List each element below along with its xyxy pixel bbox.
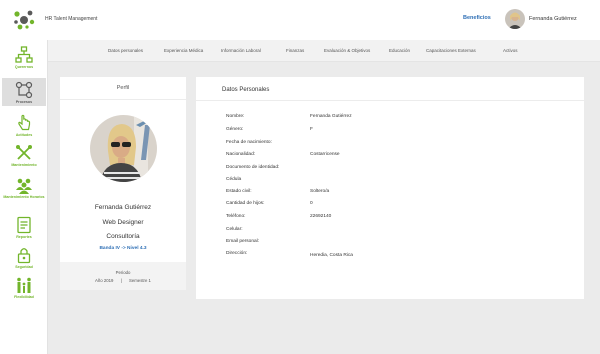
- tab-activos[interactable]: Activos: [503, 48, 518, 53]
- sidebar-item-procesos[interactable]: Procesos: [2, 78, 46, 106]
- field-row: Cantidad de hijos: 0: [226, 201, 566, 209]
- tab-capacitaciones-externas[interactable]: Capacitaciones Externas: [426, 48, 476, 53]
- sidebar-item-flexibilidad[interactable]: Flexibilidad: [2, 276, 46, 304]
- field-row: Nacionalidad: Costarricense: [226, 152, 566, 160]
- profile-band-level[interactable]: Banda IV -> Nivel 4.3: [60, 246, 186, 251]
- field-row: Estado civil: Soltero/a: [226, 189, 566, 197]
- tab-experiencia-medica[interactable]: Experiencia Médica: [164, 48, 203, 53]
- period-semester: Semestre 1: [128, 278, 151, 283]
- sidebar-item-label: Flexibilidad: [14, 295, 34, 299]
- section-tabs: Datos personales Experiencia Médica Info…: [48, 40, 600, 62]
- period-footer: Periodo Año 2019 | Semestre 1: [60, 262, 186, 290]
- field-label: Fecha de nacimiento:: [226, 140, 272, 145]
- field-label: Estado civil:: [226, 189, 252, 194]
- personal-data-card: Datos Personales Nombre: Fernanda Gutiér…: [196, 77, 584, 299]
- period-value: Año 2019 | Semestre 1: [60, 278, 186, 283]
- tab-finanzas[interactable]: Finanzas: [286, 48, 304, 53]
- field-label: Cédula: [226, 177, 242, 182]
- user-name[interactable]: Fernanda Gutiérrez: [529, 16, 577, 22]
- sidebar-item-mantenimiento-horarios[interactable]: Mantenimiento Horarios: [2, 176, 46, 210]
- field-row: Teléfono: 22692140: [226, 214, 566, 222]
- tools-icon: [16, 145, 32, 160]
- benefits-link[interactable]: Beneficios: [463, 15, 491, 21]
- field-label: Documento de identidad:: [226, 165, 280, 170]
- field-row: Documento de identidad:: [226, 165, 566, 173]
- sidebar-item-mantenimiento[interactable]: Mantenimiento: [2, 144, 46, 172]
- tab-datos-personales[interactable]: Datos personales: [108, 48, 143, 53]
- sidebar-item-label: Mantenimiento: [11, 163, 37, 167]
- field-row: Género: F: [226, 127, 566, 135]
- sidebar-item-label: Actitudes: [15, 133, 33, 137]
- field-label: Email personal:: [226, 239, 260, 244]
- field-value: 22692140: [310, 214, 332, 219]
- process-flow-icon: [15, 81, 33, 99]
- field-row: Cédula: [226, 177, 566, 185]
- sidebar-item-label: Querernos: [14, 65, 34, 69]
- lock-icon: [17, 248, 31, 264]
- field-label: Cantidad de hijos:: [226, 201, 265, 206]
- sidebar-item-label: Reportes: [16, 235, 32, 239]
- report-icon: [17, 216, 31, 234]
- field-value: Costarricense: [310, 152, 340, 157]
- field-value: 0: [310, 201, 313, 206]
- profile-role: Web Designer: [102, 219, 144, 226]
- field-value: Heredia, Costa Rica: [310, 253, 353, 258]
- user-avatar[interactable]: [505, 9, 525, 29]
- profile-name: Fernanda Gutiérrez: [94, 204, 152, 211]
- tab-educacion[interactable]: Educación: [389, 48, 410, 53]
- top-bar: HR Talent Management Beneficios Fernanda…: [0, 0, 600, 40]
- profile-card: Perfil Fernanda Gutiérrez Web Designer C…: [60, 77, 186, 290]
- tab-informacion-laboral[interactable]: Información Laboral: [221, 48, 261, 53]
- field-value: Soltero/a: [310, 189, 330, 194]
- field-value: F: [310, 127, 313, 132]
- field-row: Fecha de nacimiento:: [226, 140, 566, 148]
- sidebar-item-label: Procesos: [15, 100, 33, 104]
- field-row: Dirección: Heredia, Costa Rica: [226, 251, 566, 259]
- profile-heading: Perfil: [60, 77, 186, 100]
- sidebar-item-label: Mantenimiento Horarios: [3, 195, 45, 199]
- period-title: Periodo: [115, 270, 131, 275]
- field-label: Dirección:: [226, 251, 248, 256]
- sidebar-item-reportes[interactable]: Reportes: [2, 216, 46, 244]
- period-year: Año 2019: [95, 278, 114, 283]
- field-label: Nacionalidad:: [226, 152, 256, 157]
- field-label: Género:: [226, 127, 244, 132]
- app-title: HR Talent Management: [45, 16, 98, 22]
- family-icon: [17, 277, 31, 293]
- tab-evaluacion-objetivos[interactable]: Evaluación & Objetivos: [324, 48, 370, 53]
- sidebar-item-label: Seguridad: [15, 265, 33, 269]
- hand-pointer-icon: [18, 114, 31, 131]
- profile-department: Consultoría: [106, 233, 140, 240]
- sidebar-item-querernos[interactable]: Querernos: [2, 46, 46, 76]
- field-label: Nombre:: [226, 114, 245, 119]
- people-group-icon: [16, 178, 32, 194]
- sidebar-item-actitudes[interactable]: Actitudes: [2, 114, 46, 142]
- field-row: Nombre: Fernanda Gutiérrez: [226, 114, 566, 122]
- profile-photo: [90, 115, 157, 182]
- period-separator: |: [120, 278, 122, 283]
- sidebar-item-seguridad[interactable]: Seguridad: [2, 246, 46, 274]
- field-label: Celular:: [226, 227, 243, 232]
- company-logo-icon[interactable]: [13, 10, 35, 30]
- personal-data-title: Datos Personales: [222, 87, 270, 93]
- field-value: Fernanda Gutiérrez: [310, 114, 352, 119]
- org-tree-icon: [15, 46, 33, 63]
- sidebar: Querernos Procesos Actitudes Mantenimien…: [0, 40, 48, 354]
- field-row: Celular:: [226, 227, 566, 235]
- field-label: Teléfono:: [226, 214, 246, 219]
- field-row: Email personal:: [226, 239, 566, 247]
- divider: [196, 100, 584, 101]
